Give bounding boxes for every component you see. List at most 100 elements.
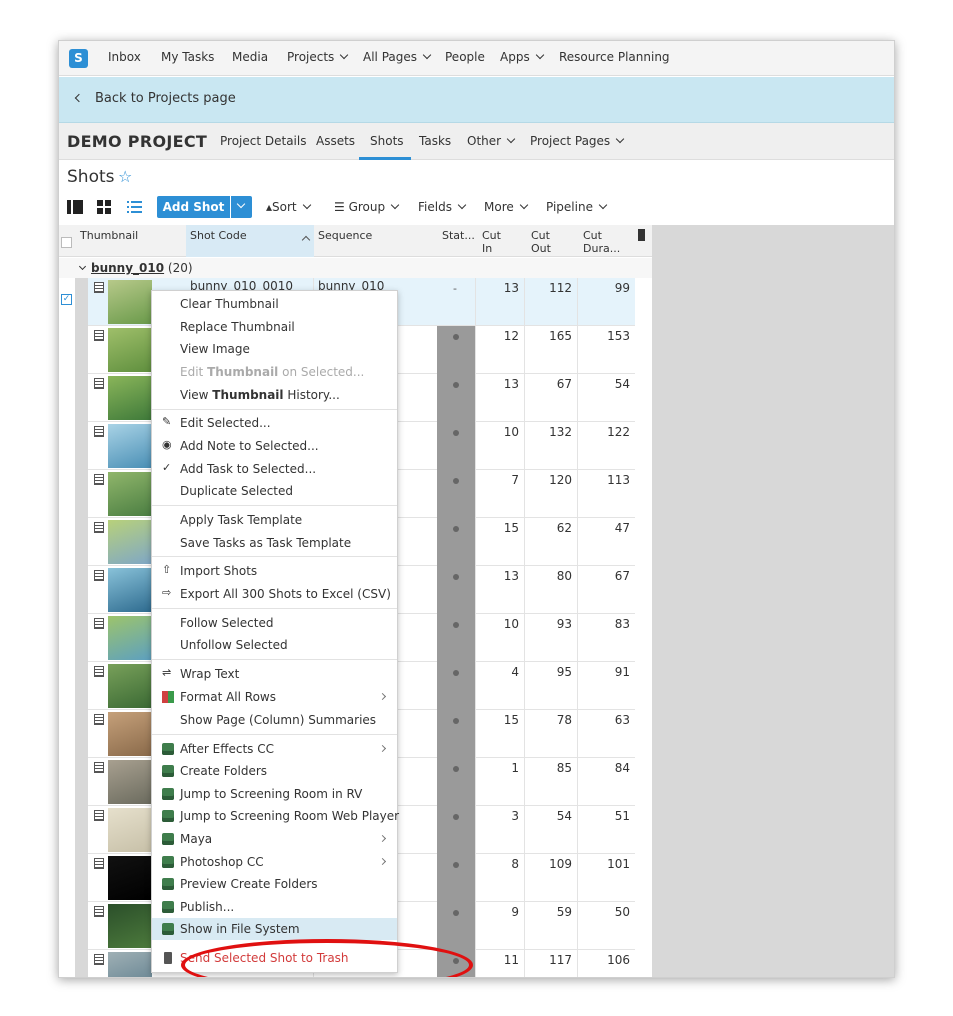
tab-shots[interactable]: Shots — [370, 134, 404, 148]
cut-duration-cell[interactable]: 153 — [578, 329, 630, 343]
cut-out-cell[interactable]: 109 — [525, 857, 572, 871]
cut-out-cell[interactable]: 120 — [525, 473, 572, 487]
status-cell[interactable] — [437, 710, 475, 758]
select-all-checkbox[interactable] — [61, 237, 72, 248]
cut-out-cell[interactable]: 132 — [525, 425, 572, 439]
menu-item[interactable]: View Thumbnail History... — [152, 384, 397, 406]
sort-button[interactable]: ▴Sort — [266, 200, 311, 214]
menu-item[interactable]: Apply Task Template — [152, 509, 397, 531]
cut-duration-cell[interactable]: 51 — [578, 809, 630, 823]
menu-item[interactable]: Show Page (Column) Summaries — [152, 709, 397, 731]
status-cell[interactable] — [437, 422, 475, 470]
thumbnail-image[interactable] — [108, 520, 152, 564]
menu-item[interactable]: View Image — [152, 338, 397, 360]
cut-in-cell[interactable]: 8 — [475, 857, 519, 871]
back-bar[interactable]: Back to Projects page — [59, 77, 894, 123]
menu-item[interactable]: Format All Rows — [152, 686, 397, 708]
thumbnail-image[interactable] — [108, 664, 152, 708]
thumbnail-image[interactable] — [108, 616, 152, 660]
cut-in-cell[interactable]: 9 — [475, 905, 519, 919]
cut-duration-cell[interactable]: 113 — [578, 473, 630, 487]
tab-project-details[interactable]: Project Details — [220, 134, 306, 148]
menu-item[interactable]: ✎ Edit Selected... — [152, 412, 397, 434]
menu-item[interactable]: Duplicate Selected — [152, 480, 397, 502]
cut-out-cell[interactable]: 54 — [525, 809, 572, 823]
cut-in-cell[interactable]: 7 — [475, 473, 519, 487]
tab-assets[interactable]: Assets — [316, 134, 355, 148]
menu-item[interactable]: Save Tasks as Task Template — [152, 532, 397, 554]
cut-duration-cell[interactable]: 106 — [578, 953, 630, 967]
menu-item[interactable]: Jump to Screening Room Web Player — [152, 805, 399, 827]
col-shot-code[interactable]: Shot Code — [190, 229, 247, 242]
cut-out-cell[interactable]: 67 — [525, 377, 572, 391]
cut-out-cell[interactable]: 95 — [525, 665, 572, 679]
menu-item[interactable]: Clear Thumbnail — [152, 293, 397, 315]
status-cell[interactable] — [437, 614, 475, 662]
thumbnail-view-icon[interactable] — [97, 200, 111, 214]
tab-tasks[interactable]: Tasks — [419, 134, 451, 148]
thumbnail-image[interactable] — [108, 472, 152, 516]
cut-in-cell[interactable]: 11 — [475, 953, 519, 967]
col-cut-in[interactable]: Cut In — [482, 229, 501, 255]
cut-in-cell[interactable]: 3 — [475, 809, 519, 823]
add-shot-dropdown-button[interactable] — [231, 196, 252, 218]
cut-in-cell[interactable]: 13 — [475, 281, 519, 295]
column-settings-icon[interactable] — [638, 229, 645, 241]
status-cell[interactable] — [437, 326, 475, 374]
shotgun-logo-icon[interactable]: S — [69, 49, 88, 68]
thumbnail-image[interactable] — [108, 856, 152, 900]
thumbnail-image[interactable] — [108, 952, 152, 977]
menu-item[interactable]: Preview Create Folders — [152, 873, 397, 895]
cut-out-cell[interactable]: 112 — [525, 281, 572, 295]
nav-my-tasks[interactable]: My Tasks — [161, 50, 214, 64]
status-cell[interactable] — [437, 758, 475, 806]
cut-in-cell[interactable]: 13 — [475, 569, 519, 583]
col-cut-out[interactable]: Cut Out — [531, 229, 551, 255]
nav-media[interactable]: Media — [232, 50, 268, 64]
status-cell[interactable] — [437, 902, 475, 950]
cut-in-cell[interactable]: 15 — [475, 713, 519, 727]
status-cell[interactable] — [437, 566, 475, 614]
cut-duration-cell[interactable]: 122 — [578, 425, 630, 439]
cut-duration-cell[interactable]: 54 — [578, 377, 630, 391]
cut-in-cell[interactable]: 10 — [475, 617, 519, 631]
status-cell[interactable] — [437, 662, 475, 710]
menu-item[interactable]: ✓ Add Task to Selected... — [152, 458, 397, 480]
nav-inbox[interactable]: Inbox — [108, 50, 141, 64]
thumbnail-image[interactable] — [108, 904, 152, 948]
thumbnail-image[interactable] — [108, 712, 152, 756]
cut-out-cell[interactable]: 62 — [525, 521, 572, 535]
menu-item[interactable]: After Effects CC — [152, 738, 397, 760]
thumbnail-image[interactable] — [108, 808, 152, 852]
cut-in-cell[interactable]: 1 — [475, 761, 519, 775]
thumbnail-image[interactable] — [108, 424, 152, 468]
cut-in-cell[interactable]: 15 — [475, 521, 519, 535]
detail-view-icon[interactable] — [67, 200, 83, 214]
col-thumbnail[interactable]: Thumbnail — [80, 229, 138, 242]
menu-item[interactable]: Follow Selected — [152, 612, 397, 634]
nav-projects[interactable]: Projects — [287, 50, 349, 64]
menu-item[interactable]: Jump to Screening Room in RV — [152, 783, 397, 805]
menu-item[interactable]: Create Folders — [152, 760, 397, 782]
group-name[interactable]: bunny_010 — [91, 261, 164, 275]
thumbnail-image[interactable] — [108, 376, 152, 420]
cut-out-cell[interactable]: 93 — [525, 617, 572, 631]
more-button[interactable]: More — [484, 200, 528, 214]
menu-item[interactable]: ◉ Add Note to Selected... — [152, 435, 397, 457]
cut-out-cell[interactable]: 59 — [525, 905, 572, 919]
menu-item[interactable]: Publish... — [152, 896, 397, 918]
list-view-icon[interactable] — [127, 200, 142, 214]
col-sequence[interactable]: Sequence — [318, 229, 372, 242]
status-cell[interactable] — [437, 470, 475, 518]
status-cell[interactable] — [437, 806, 475, 854]
nav-people[interactable]: People — [445, 50, 485, 64]
status-cell[interactable]: - — [437, 278, 475, 326]
back-to-projects-link[interactable]: Back to Projects page — [95, 91, 236, 106]
cut-duration-cell[interactable]: 83 — [578, 617, 630, 631]
cut-duration-cell[interactable]: 50 — [578, 905, 630, 919]
cut-in-cell[interactable]: 13 — [475, 377, 519, 391]
col-status[interactable]: Stat... — [442, 229, 475, 242]
cut-out-cell[interactable]: 85 — [525, 761, 572, 775]
add-shot-button[interactable]: Add Shot — [157, 196, 230, 218]
group-button[interactable]: ☰ Group — [334, 200, 400, 214]
